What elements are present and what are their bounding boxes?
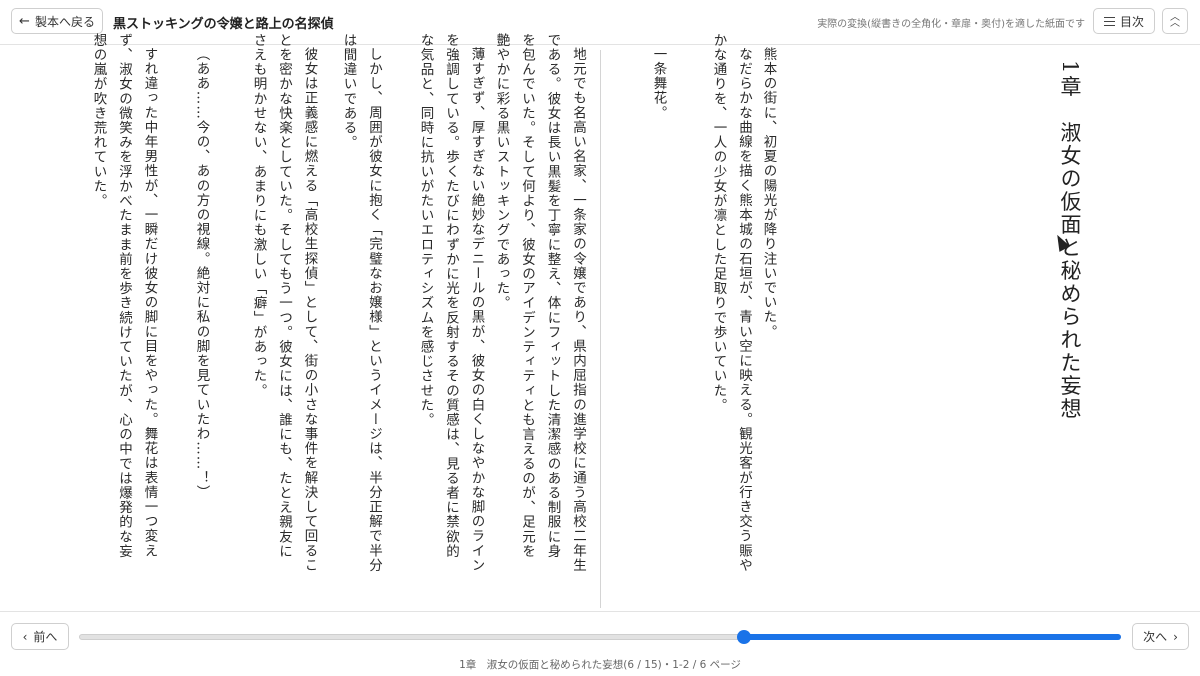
next-page-button[interactable]: 次へ › — [1132, 623, 1189, 650]
double-chevron-up-icon: ︿ ︿ — [1170, 12, 1180, 29]
page-divider — [600, 50, 601, 608]
chevron-right-icon: › — [1173, 629, 1178, 644]
paragraph-r3: 一条舞花。 — [650, 46, 667, 120]
back-button-label: 製本へ戻る — [34, 14, 95, 29]
next-button-label: 次へ — [1143, 630, 1168, 644]
top-toolbar: ← 製本へ戻る 黒ストッキングの令嬢と路上の名探偵 実際の変換(縦書きの全角化・… — [0, 0, 1200, 45]
book-title: 黒ストッキングの令嬢と路上の名探偵 — [113, 17, 334, 32]
paragraph-l1: 地元でも名高い名家、一条家の令嬢であり、県内屈指の進学校に通う高校二年生である。… — [493, 33, 587, 573]
paragraph-l2: 薄すぎず、厚すぎない絶妙なデニールの黒が、彼女の白くしなやかな脚のラインを強調し… — [417, 33, 485, 573]
page-slider-fill — [744, 634, 1121, 640]
prev-button-label: 前へ — [33, 630, 58, 644]
paper-note: 実際の変換(縦書きの全角化・章扉・奥付)を適した紙面です — [817, 19, 1085, 30]
paragraph-r2: なだらかな曲線を描く熊本城の石垣が、青い空に映える。観光客が行き交う賑やかな通り… — [710, 33, 753, 573]
reading-spread — [0, 45, 1200, 611]
paragraph-r1: 熊本の街に、初夏の陽光が降り注いでいた。 — [760, 46, 777, 339]
prev-page-button[interactable]: ‹ 前へ — [11, 623, 69, 650]
page-status: 1章 淑女の仮面と秘められた妄想(6 / 15)・1-2 / 6 ページ — [459, 659, 741, 671]
toc-button[interactable]: 目次 — [1093, 8, 1155, 34]
paragraph-l3: しかし、周囲が彼女に抱く「完璧なお嬢様」というイメージは、半分正解で半分は間違い… — [340, 33, 383, 573]
back-to-binding-button[interactable]: ← 製本へ戻る — [11, 8, 103, 34]
chevron-left-icon: ‹ — [22, 629, 28, 644]
bottom-navigation: ‹ 前へ 次へ › 1章 淑女の仮面と秘められた妄想(6 / 15)・1-2 /… — [0, 611, 1200, 676]
list-icon — [1103, 16, 1115, 26]
toc-button-label: 目次 — [1119, 14, 1144, 29]
paragraph-l6: すれ違った中年男性が、一瞬だけ彼女の脚に目をやった。舞花は表情一つ変えず、淑女の… — [90, 33, 158, 559]
page-slider-thumb[interactable] — [737, 630, 751, 644]
chapter-heading: 1章 淑女の仮面と秘められた妄想 — [1058, 60, 1082, 421]
paragraph-l5: （ああ……今の、あの方の視線。絶対に私の脚を見ていたわ……！） — [193, 46, 210, 500]
paragraph-l4: 彼女は正義感に燃える「高校生探偵」として、街の小さな事件を解決して回ることを密か… — [250, 33, 318, 573]
collapse-button[interactable]: ︿ ︿ — [1162, 8, 1188, 34]
arrow-left-icon: ← — [19, 13, 30, 29]
